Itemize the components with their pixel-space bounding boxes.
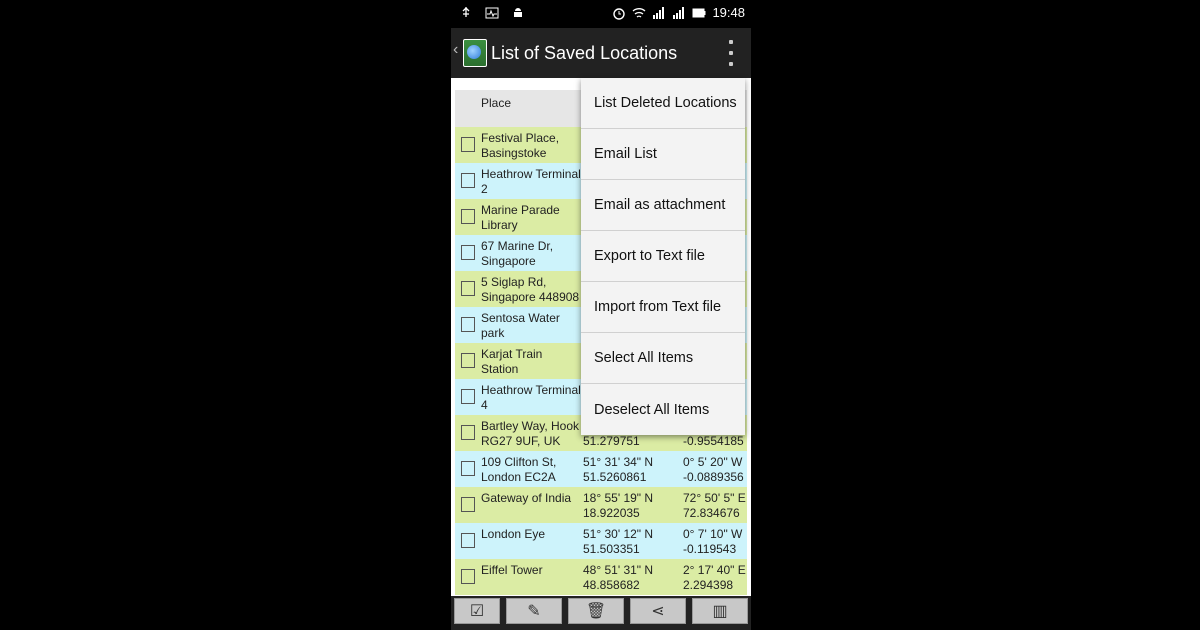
clock-time: 19:48 — [712, 5, 745, 20]
row-checkbox[interactable] — [461, 389, 475, 404]
pencil-button[interactable]: ✎ — [506, 598, 562, 624]
column-header-place: Place — [481, 96, 512, 110]
share-button[interactable]: ⋖ — [630, 598, 686, 624]
place-cell: Bartley Way, Hook RG27 9UF, UK — [481, 419, 580, 448]
menu-item-import-from-text-file[interactable]: Import from Text file — [581, 282, 745, 333]
row-checkbox[interactable] — [461, 461, 475, 476]
map-globe-icon[interactable] — [463, 39, 487, 67]
place-cell: Sentosa Water park — [481, 311, 560, 340]
pencil-icon: ✎ — [527, 603, 541, 620]
table-row[interactable]: 109 Clifton St, London EC2A 4LD, UK51° 3… — [455, 451, 747, 499]
activity-icon — [485, 7, 499, 19]
place-cell: Heathrow Terminal 2 — [481, 167, 581, 196]
latitude-cell: 48° 51' 31" N 48.858682 — [583, 563, 654, 592]
longitude-cell: 0° 5' 20" W -0.0889356 — [683, 455, 744, 484]
signal-2-icon — [673, 6, 685, 19]
row-checkbox[interactable] — [461, 137, 475, 152]
status-bar: 19:48 — [451, 0, 751, 28]
row-checkbox[interactable] — [461, 497, 475, 512]
menu-item-list-deleted-locations[interactable]: List Deleted Locations — [581, 78, 745, 129]
row-checkbox[interactable] — [461, 425, 475, 440]
trash-icon: 🗑 — [585, 603, 607, 620]
overflow-menu: List Deleted Locations Email List Email as… — [581, 78, 745, 435]
menu-item-select-all-items[interactable]: Select All Items — [581, 333, 745, 384]
place-cell: Eiffel Tower — [481, 563, 543, 577]
android-icon — [514, 8, 522, 17]
place-cell: Festival Place, Basingstoke — [481, 131, 560, 160]
latitude-cell: 51° 30' 12" N 51.503351 — [583, 527, 654, 556]
place-cell: 5 Siglap Rd, Singapore 448908 — [481, 275, 580, 304]
signal-icon — [653, 6, 665, 19]
latitude-cell: 51° 31' 34" N 51.5260861 — [583, 455, 654, 484]
place-cell: Karjat Train Station — [481, 347, 543, 376]
row-checkbox[interactable] — [461, 533, 475, 548]
phone-screen: 19:48 ‹ List of Saved Locations Place Fe… — [451, 0, 751, 630]
place-cell: 67 Marine Dr, Singapore — [481, 239, 554, 268]
page-title: List of Saved Locations — [491, 43, 678, 63]
row-checkbox[interactable] — [461, 317, 475, 332]
row-checkbox[interactable] — [461, 353, 475, 368]
more-vertical-icon[interactable] — [729, 40, 735, 66]
wifi-icon — [633, 7, 646, 18]
place-cell: Gateway of India — [481, 491, 572, 505]
trash-button[interactable]: 🗑 — [568, 598, 624, 624]
checkmark-icon: ☑ — [469, 603, 485, 620]
row-checkbox[interactable] — [461, 569, 475, 584]
row-checkbox[interactable] — [461, 245, 475, 260]
menu-item-deselect-all-items[interactable]: Deselect All Items — [581, 384, 745, 435]
share-icon: ⋖ — [651, 603, 665, 620]
bottom-toolbar: ☑ ✎ 🗑 ⋖ ▥ — [451, 596, 751, 630]
table-row[interactable]: Eiffel Tower 48° 51' 31" N 48.858682 2° 17'… — [455, 559, 747, 595]
row-checkbox[interactable] — [461, 281, 475, 296]
menu-item-email-list[interactable]: Email List — [581, 129, 745, 180]
place-cell: Heathrow Terminal 4 — [481, 383, 581, 412]
table-row[interactable]: London Eye 51° 30' 12" N 51.503351 0° 7' 10… — [455, 523, 747, 559]
place-cell: London Eye — [481, 527, 546, 541]
map-button[interactable]: ▥ — [692, 598, 748, 624]
checkmark-button[interactable]: ☑ — [454, 598, 500, 624]
latitude-cell: 18° 55' 19" N 18.922035 — [583, 491, 654, 520]
longitude-cell: 0° 7' 10" W -0.119543 — [683, 527, 743, 556]
row-checkbox[interactable] — [461, 209, 475, 224]
table-row[interactable]: Gateway of India 18° 55' 19" N 18.922035 72… — [455, 487, 747, 523]
menu-item-email-as-attachment[interactable]: Email as attachment — [581, 180, 745, 231]
usb-icon — [462, 7, 470, 17]
battery-icon — [692, 8, 706, 17]
map-icon: ▥ — [712, 603, 728, 620]
menu-item-export-to-text-file[interactable]: Export to Text file — [581, 231, 745, 282]
longitude-cell: 72° 50' 5" E 72.834676 — [683, 491, 746, 520]
chevron-left-icon[interactable]: ‹ — [453, 41, 458, 59]
alarm-icon — [613, 7, 626, 20]
place-cell: Marine Parade Library — [481, 203, 560, 232]
action-bar: ‹ List of Saved Locations — [451, 28, 751, 78]
row-checkbox[interactable] — [461, 173, 475, 188]
longitude-cell: 2° 17' 40" E 2.294398 — [683, 563, 746, 592]
